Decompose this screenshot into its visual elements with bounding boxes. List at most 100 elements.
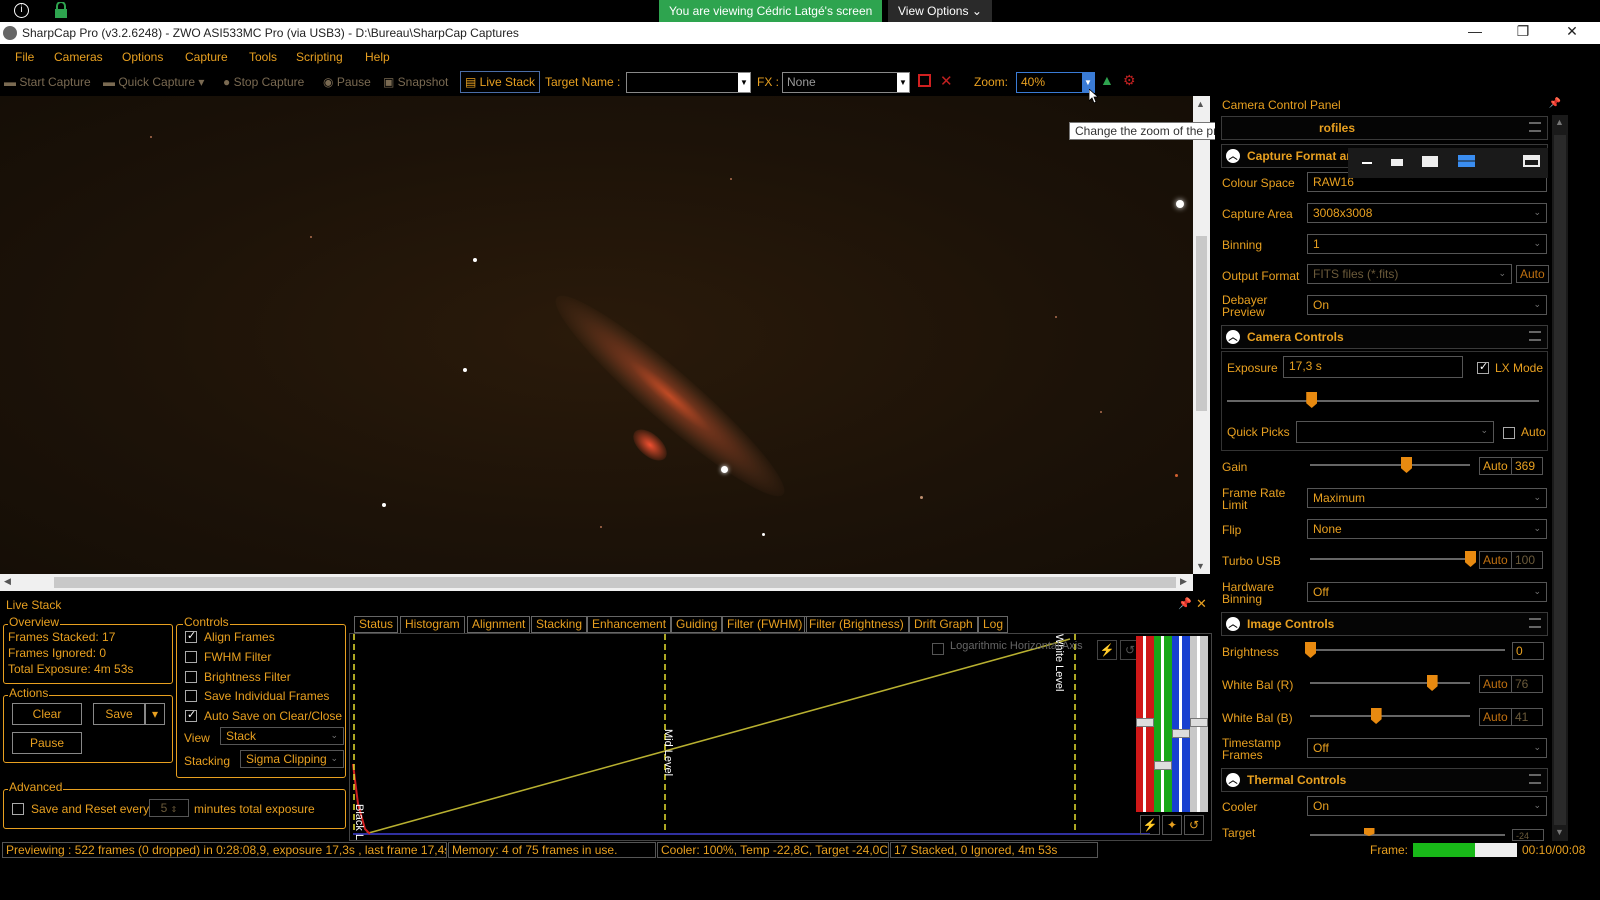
scroll-thumb[interactable] bbox=[1554, 135, 1566, 825]
turbo-usb-slider-thumb[interactable] bbox=[1465, 551, 1476, 567]
close-icon[interactable]: ✕ bbox=[1196, 596, 1207, 612]
target-temp-value[interactable]: -24 bbox=[1512, 829, 1544, 841]
layout-small-icon[interactable] bbox=[1362, 162, 1372, 164]
menu-file[interactable]: File bbox=[15, 50, 34, 64]
menu-options[interactable]: Options bbox=[122, 50, 163, 64]
scroll-left-icon[interactable]: ◀ bbox=[4, 576, 11, 587]
section-thermal-controls[interactable]: ︿ Thermal Controls bbox=[1221, 768, 1548, 792]
tab-alignment[interactable]: Alignment bbox=[467, 616, 531, 633]
scroll-down-icon[interactable]: ▼ bbox=[1555, 827, 1564, 837]
snapshot-button[interactable]: ▣ Snapshot bbox=[383, 75, 448, 89]
collapse-icon[interactable]: ︿ bbox=[1226, 773, 1240, 787]
cooler-select[interactable]: On ⌄ bbox=[1307, 796, 1547, 816]
tab-guiding[interactable]: Guiding bbox=[671, 616, 723, 633]
record-icon[interactable] bbox=[918, 74, 931, 87]
lightning-icon[interactable]: ⚡ bbox=[1097, 640, 1117, 660]
reset-icon[interactable]: ↺ bbox=[1184, 815, 1204, 835]
tab-histogram[interactable]: Histogram bbox=[400, 616, 465, 634]
gain-slider-thumb[interactable] bbox=[1401, 457, 1412, 473]
settings-icon[interactable]: ⚙ bbox=[1123, 72, 1136, 89]
save-reset-input[interactable]: 5 ⇕ bbox=[149, 799, 189, 817]
white-bal-r-value[interactable]: 76 bbox=[1511, 675, 1543, 693]
brightness-slider-thumb[interactable] bbox=[1305, 642, 1316, 658]
info-icon[interactable]: i bbox=[14, 3, 29, 18]
pin-icon[interactable]: 📌 bbox=[1549, 98, 1561, 109]
scroll-down-icon[interactable]: ▼ bbox=[1196, 561, 1205, 571]
fwhm-filter-checkbox[interactable] bbox=[185, 651, 197, 663]
brightness-slider[interactable] bbox=[1310, 649, 1505, 651]
save-reset-checkbox[interactable] bbox=[12, 803, 24, 815]
collapse-icon[interactable]: ︿ bbox=[1226, 149, 1240, 163]
frame-rate-select[interactable]: Maximum ⌄ bbox=[1307, 488, 1547, 508]
preview-image[interactable] bbox=[0, 96, 1193, 574]
save-dropdown-button[interactable]: ▾ bbox=[145, 703, 165, 725]
menu-icon[interactable] bbox=[1529, 774, 1541, 784]
quick-picks-auto-checkbox[interactable] bbox=[1503, 427, 1515, 439]
target-name-combo[interactable]: ▼ bbox=[626, 72, 751, 93]
menu-icon[interactable] bbox=[1529, 122, 1541, 132]
binning-select[interactable]: 1 ⌄ bbox=[1307, 234, 1547, 254]
gain-value[interactable]: 369 bbox=[1511, 457, 1543, 475]
tab-filter-brightness[interactable]: Filter (Brightness) bbox=[804, 616, 909, 633]
exposure-input[interactable]: 17,3 s bbox=[1283, 356, 1463, 378]
layout-window-icon[interactable] bbox=[1523, 155, 1540, 167]
tab-drift-graph[interactable]: Drift Graph bbox=[909, 616, 978, 633]
preview-horizontal-scrollbar[interactable]: ◀ ▶ bbox=[0, 574, 1193, 591]
tab-status[interactable]: Status bbox=[354, 616, 399, 633]
crosshair-icon[interactable]: ✕ bbox=[940, 72, 953, 90]
tab-filter-fwhm[interactable]: Filter (FWHM) bbox=[722, 616, 808, 633]
histogram-panel[interactable]: Black Level Mid Level White Level Logari… bbox=[349, 633, 1212, 841]
zoom-combo[interactable]: 40% ▼ bbox=[1016, 72, 1095, 93]
scroll-thumb[interactable] bbox=[1196, 236, 1207, 411]
stacking-select[interactable]: Sigma Clipping ⌄ bbox=[240, 750, 344, 768]
white-bal-b-slider[interactable] bbox=[1310, 715, 1470, 717]
level-sliders[interactable] bbox=[1136, 636, 1208, 812]
scroll-right-icon[interactable]: ▶ bbox=[1180, 576, 1187, 587]
brightness-value[interactable]: 0 bbox=[1512, 642, 1544, 660]
output-format-select[interactable]: FITS files (*.fits) ⌄ bbox=[1307, 264, 1512, 284]
log-axis-checkbox[interactable] bbox=[932, 643, 944, 655]
gain-slider[interactable] bbox=[1310, 464, 1470, 466]
close-button[interactable]: ✕ bbox=[1552, 23, 1592, 43]
timestamp-frames-select[interactable]: Off ⌄ bbox=[1307, 738, 1547, 758]
stop-capture-button[interactable]: ● Stop Capture bbox=[223, 75, 304, 89]
section-image-controls[interactable]: ︿ Image Controls bbox=[1221, 612, 1548, 636]
quick-picks-select[interactable]: ⌄ bbox=[1296, 421, 1494, 443]
quick-capture-button[interactable]: ▬ Quick Capture ▾ bbox=[103, 75, 204, 89]
menu-icon[interactable] bbox=[1529, 618, 1541, 628]
section-profiles[interactable]: rofiles bbox=[1221, 116, 1548, 140]
histogram-icon[interactable]: ▲ bbox=[1100, 72, 1114, 88]
save-individual-checkbox[interactable] bbox=[185, 690, 197, 702]
collapse-icon[interactable]: ︿ bbox=[1226, 617, 1240, 631]
white-bal-r-slider-thumb[interactable] bbox=[1426, 675, 1438, 691]
menu-tools[interactable]: Tools bbox=[249, 50, 277, 64]
clear-button[interactable]: Clear bbox=[12, 703, 82, 725]
scroll-thumb[interactable] bbox=[54, 577, 1176, 588]
restore-button[interactable]: ❐ bbox=[1503, 23, 1543, 43]
tab-stacking[interactable]: Stacking bbox=[531, 616, 588, 633]
view-select[interactable]: Stack ⌄ bbox=[220, 727, 344, 745]
camera-panel-scrollbar[interactable]: ▲ ▼ bbox=[1552, 115, 1568, 841]
white-bal-b-auto-button[interactable]: Auto bbox=[1479, 708, 1512, 726]
layout-large-icon[interactable] bbox=[1422, 156, 1438, 167]
menu-scripting[interactable]: Scripting bbox=[296, 50, 343, 64]
live-stack-button[interactable]: ▤ Live Stack bbox=[460, 71, 541, 93]
lightning-icon[interactable]: ⚡ bbox=[1140, 815, 1160, 835]
white-bal-b-value[interactable]: 41 bbox=[1511, 708, 1543, 726]
flip-select[interactable]: None ⌄ bbox=[1307, 519, 1547, 539]
align-frames-checkbox[interactable] bbox=[185, 629, 197, 643]
start-capture-button[interactable]: ▬ Start Capture bbox=[4, 75, 91, 89]
output-format-auto-button[interactable]: Auto bbox=[1516, 265, 1549, 283]
turbo-auto-button[interactable]: Auto bbox=[1479, 551, 1512, 569]
turbo-value[interactable]: 100 bbox=[1511, 551, 1543, 569]
section-camera-controls[interactable]: ︿ Camera Controls bbox=[1221, 325, 1548, 349]
pause-button[interactable]: Pause bbox=[12, 732, 82, 754]
hardware-binning-select[interactable]: Off ⌄ bbox=[1307, 582, 1547, 602]
gain-auto-button[interactable]: Auto bbox=[1479, 457, 1512, 475]
menu-icon[interactable] bbox=[1529, 331, 1541, 341]
target-temp-slider[interactable] bbox=[1310, 834, 1505, 836]
capture-area-select[interactable]: 3008x3008 ⌄ bbox=[1307, 203, 1547, 223]
pin-icon[interactable]: 📌 bbox=[1178, 597, 1192, 610]
white-bal-b-slider-thumb[interactable] bbox=[1370, 708, 1382, 724]
menu-help[interactable]: Help bbox=[365, 50, 390, 64]
